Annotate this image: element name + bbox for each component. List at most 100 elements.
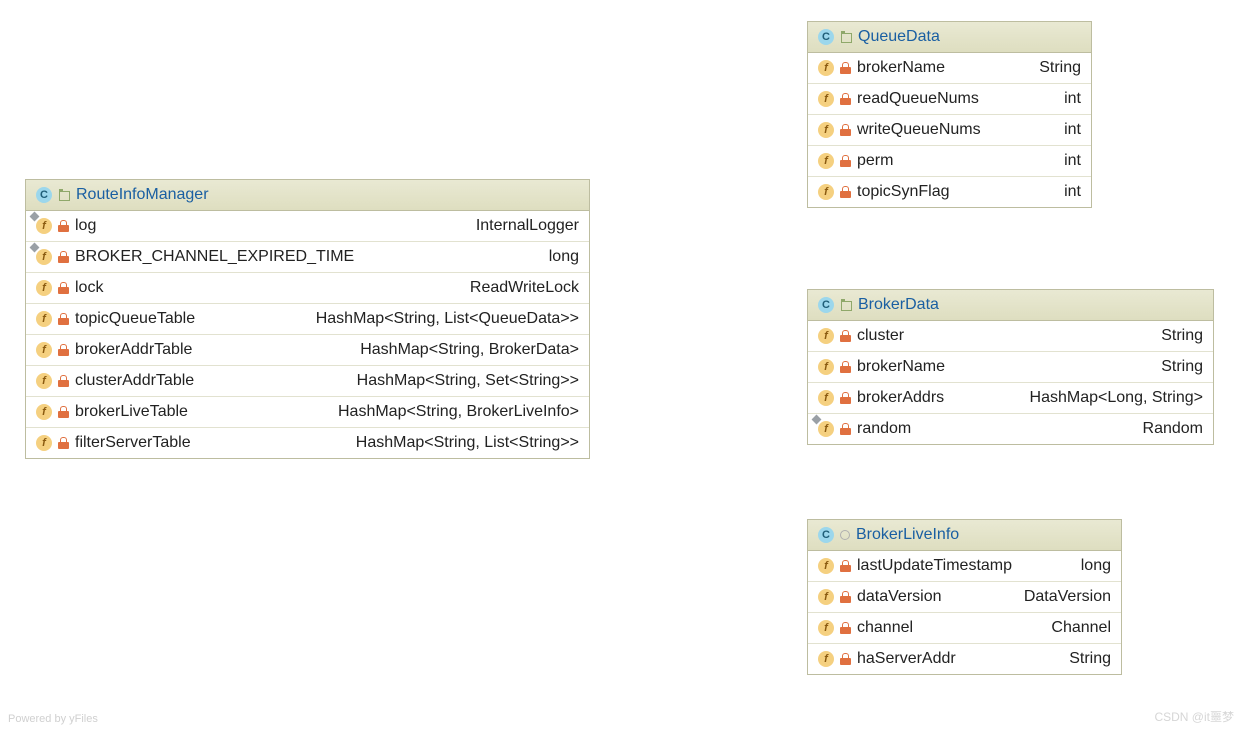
class-header: BrokerData — [808, 290, 1213, 321]
class-icon — [36, 187, 52, 203]
field-type: String — [1161, 327, 1203, 345]
lock-icon — [58, 406, 69, 418]
field-name: brokerAddrs — [857, 389, 944, 407]
field-row: cluster String — [808, 321, 1213, 352]
class-icon — [818, 29, 834, 45]
field-name: lock — [75, 279, 103, 297]
field-type: HashMap<Long, String> — [1030, 389, 1203, 407]
lock-icon — [840, 423, 851, 435]
class-header: RouteInfoManager — [26, 180, 589, 211]
field-row: topicQueueTable HashMap<String, List<Queu… — [26, 304, 589, 335]
field-icon — [818, 651, 834, 667]
lock-icon — [58, 344, 69, 356]
field-row: readQueueNumsint — [808, 84, 1091, 115]
scope-package-icon — [840, 31, 852, 43]
field-type: DataVersion — [1024, 588, 1111, 606]
field-type: int — [1064, 121, 1081, 139]
class-box-brokerLiveInfo: BrokerLiveInfolastUpdateTimestamplongdat… — [807, 519, 1122, 675]
field-row: brokerName String — [808, 53, 1091, 84]
powered-by-label: Powered by yFiles — [8, 713, 98, 725]
lock-icon — [840, 62, 851, 74]
field-row: haServerAddr String — [808, 644, 1121, 674]
field-row: brokerLiveTable HashMap<String, BrokerLiv… — [26, 397, 589, 428]
field-name: writeQueueNums — [857, 121, 981, 139]
field-icon — [818, 153, 834, 169]
lock-icon — [840, 330, 851, 342]
field-name: haServerAddr — [857, 650, 956, 668]
lock-icon — [58, 437, 69, 449]
lock-icon — [840, 392, 851, 404]
lock-icon — [840, 560, 851, 572]
field-icon — [818, 558, 834, 574]
class-header: QueueData — [808, 22, 1091, 53]
lock-icon — [58, 375, 69, 387]
field-icon — [36, 342, 52, 358]
field-name: brokerName — [857, 358, 945, 376]
field-icon — [818, 328, 834, 344]
class-title: RouteInfoManager — [76, 186, 209, 204]
field-row: brokerAddrs HashMap<Long, String> — [808, 383, 1213, 414]
lock-icon — [840, 653, 851, 665]
lock-icon — [840, 622, 851, 634]
field-name: topicQueueTable — [75, 310, 195, 328]
field-name: cluster — [857, 327, 904, 345]
field-icon — [36, 280, 52, 296]
watermark-label: CSDN @it噩梦 — [1154, 708, 1234, 725]
field-row: random Random — [808, 414, 1213, 444]
field-row: log InternalLogger — [26, 211, 589, 242]
field-type: String — [1039, 59, 1081, 77]
field-type: HashMap<String, List<QueueData>> — [316, 310, 579, 328]
field-name: brokerName — [857, 59, 945, 77]
static-field-icon — [36, 249, 52, 265]
class-box-brokerData: BrokerDataclusterStringbrokerNameStringb… — [807, 289, 1214, 445]
field-name: perm — [857, 152, 893, 170]
field-row: perm int — [808, 146, 1091, 177]
field-type: int — [1064, 183, 1081, 201]
field-name: brokerAddrTable — [75, 341, 192, 359]
field-icon — [818, 620, 834, 636]
field-name: filterServerTable — [75, 434, 191, 452]
field-name: brokerLiveTable — [75, 403, 188, 421]
field-type: int — [1064, 152, 1081, 170]
field-row: BROKER_CHANNEL_EXPIRED_TIME long — [26, 242, 589, 273]
field-type: int — [1064, 90, 1081, 108]
scope-package-icon — [58, 189, 70, 201]
field-row: brokerName String — [808, 352, 1213, 383]
field-row: channelChannel — [808, 613, 1121, 644]
field-type: String — [1161, 358, 1203, 376]
lock-icon — [840, 93, 851, 105]
field-type: HashMap<String, BrokerLiveInfo> — [338, 403, 579, 421]
field-row: clusterAddrTableHashMap<String, Set<Stri… — [26, 366, 589, 397]
field-type: HashMap<String, Set<String>> — [357, 372, 579, 390]
field-row: topicSynFlagint — [808, 177, 1091, 207]
field-icon — [818, 589, 834, 605]
class-icon — [818, 297, 834, 313]
field-type: Random — [1143, 420, 1203, 438]
field-icon — [818, 390, 834, 406]
class-box-routeInfoManager: RouteInfoManager log InternalLogger BROKER_… — [25, 179, 590, 459]
field-type: InternalLogger — [476, 217, 579, 235]
field-type: HashMap<String, BrokerData> — [360, 341, 579, 359]
field-name: lastUpdateTimestamp — [857, 557, 1012, 575]
class-title: QueueData — [858, 28, 940, 46]
field-icon — [36, 311, 52, 327]
scope-package-private-icon — [840, 530, 850, 540]
lock-icon — [58, 282, 69, 294]
field-row: brokerAddrTable HashMap<String, BrokerDat… — [26, 335, 589, 366]
lock-icon — [840, 124, 851, 136]
static-field-icon — [36, 218, 52, 234]
scope-package-icon — [840, 299, 852, 311]
field-row: filterServerTableHashMap<String, List<St… — [26, 428, 589, 458]
field-icon — [818, 122, 834, 138]
class-title: BrokerData — [858, 296, 939, 314]
field-name: BROKER_CHANNEL_EXPIRED_TIME — [75, 248, 354, 266]
field-type: String — [1069, 650, 1111, 668]
lock-icon — [840, 186, 851, 198]
field-type: Channel — [1051, 619, 1111, 637]
field-name: random — [857, 420, 911, 438]
lock-icon — [58, 220, 69, 232]
field-row: dataVersionDataVersion — [808, 582, 1121, 613]
field-name: log — [75, 217, 96, 235]
field-icon — [818, 91, 834, 107]
field-type: long — [549, 248, 579, 266]
